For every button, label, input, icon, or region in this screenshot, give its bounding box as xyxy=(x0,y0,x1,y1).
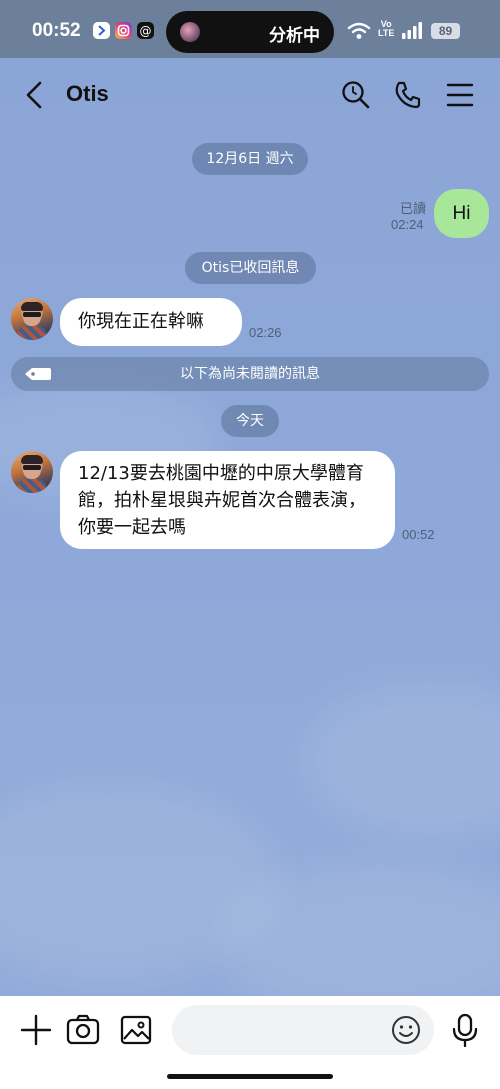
app-store-icon xyxy=(93,22,110,39)
read-receipt: 已讀 xyxy=(400,201,427,216)
volte-bottom-text: LTE xyxy=(378,28,395,38)
received-message-bubble[interactable]: 你現在正在幹嘛 xyxy=(60,298,242,346)
cellular-signal-icon xyxy=(402,22,422,43)
sent-message-text: Hi xyxy=(452,203,471,224)
unsend-notice: Otis已收回訊息 xyxy=(185,252,316,284)
wifi-icon xyxy=(347,22,371,44)
home-indicator[interactable] xyxy=(167,1074,333,1079)
received-message-text: 你現在正在幹嘛 xyxy=(78,311,204,332)
menu-icon[interactable] xyxy=(444,78,478,112)
sent-message-bubble[interactable]: Hi xyxy=(434,189,489,238)
camera-icon[interactable] xyxy=(66,1013,100,1047)
phone-call-icon[interactable] xyxy=(391,78,425,112)
dynamic-island[interactable]: 分析中 xyxy=(166,11,334,53)
sent-message-time: 02:24 xyxy=(391,217,424,232)
battery-indicator: 89 xyxy=(431,23,460,39)
unread-divider-text: 以下為尚未閱讀的訊息 xyxy=(180,366,320,382)
status-time: 00:52 xyxy=(32,20,81,41)
received-message-time: 00:52 xyxy=(402,527,435,542)
emoji-icon[interactable] xyxy=(390,1014,422,1046)
svg-text:@: @ xyxy=(140,24,152,38)
plus-icon[interactable] xyxy=(19,1013,53,1047)
today-pill: 今天 xyxy=(221,405,279,437)
music-artwork-icon xyxy=(180,22,200,42)
search-icon[interactable] xyxy=(339,78,373,112)
chat-header: Otis xyxy=(0,58,500,132)
image-gallery-icon[interactable] xyxy=(119,1013,153,1047)
received-message-text: 12/13要去桃園中壢的中原大學體育館，拍朴星垠與卉妮首次合體表演，你要一起去嗎 xyxy=(78,463,366,538)
received-message-time: 02:26 xyxy=(249,325,282,340)
contact-avatar[interactable] xyxy=(11,298,53,340)
chat-title[interactable]: Otis xyxy=(66,81,109,107)
back-button[interactable] xyxy=(20,78,50,112)
date-pill: 12月6日 週六 xyxy=(192,143,308,175)
island-status-text: 分析中 xyxy=(269,26,320,46)
status-bar: 00:52 @ 分析中 Vo LTE 89 xyxy=(0,0,500,58)
microphone-icon[interactable] xyxy=(448,1013,482,1048)
volte-indicator: Vo LTE xyxy=(378,20,394,38)
threads-icon: @ xyxy=(137,22,154,39)
unread-divider: 以下為尚未閱讀的訊息 xyxy=(11,357,489,391)
message-composer xyxy=(0,996,500,1089)
received-message-bubble[interactable]: 12/13要去桃園中壢的中原大學體育館，拍朴星垠與卉妮首次合體表演，你要一起去嗎 xyxy=(60,451,395,549)
contact-avatar[interactable] xyxy=(11,451,53,493)
tag-icon xyxy=(25,368,51,380)
instagram-icon xyxy=(115,22,132,39)
